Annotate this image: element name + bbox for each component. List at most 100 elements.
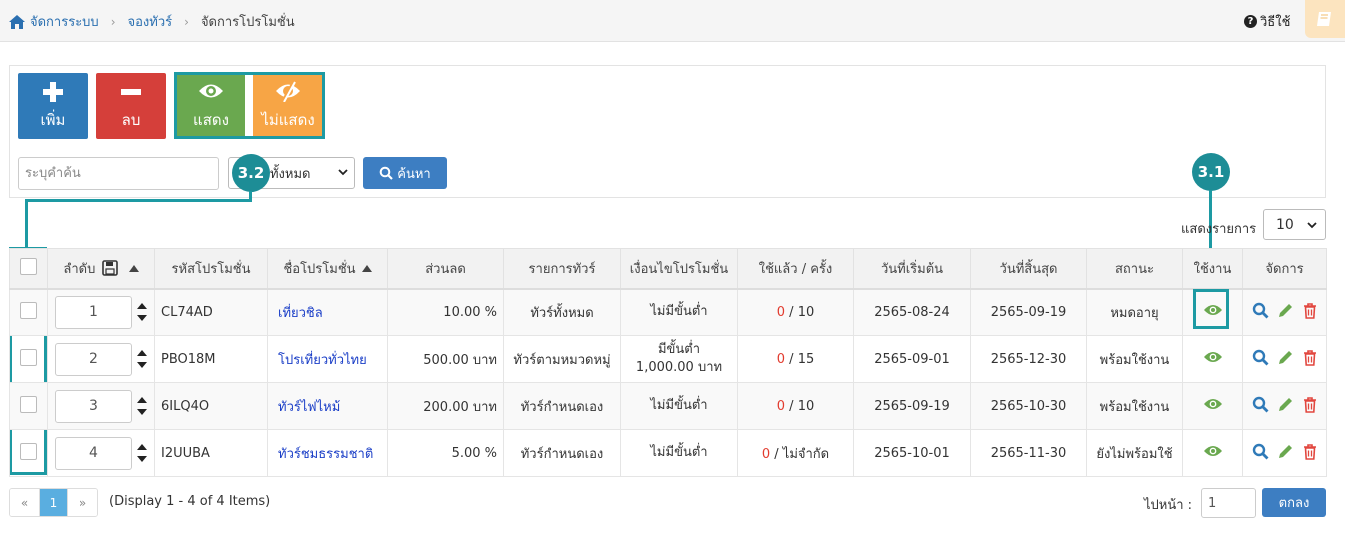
use-limit: / ไม่จำกัด: [770, 446, 830, 462]
promotion-name-link[interactable]: ทัวร์ชมธรรมชาติ: [278, 447, 373, 462]
use-limit: / 10: [785, 304, 815, 320]
page-button[interactable]: 1: [39, 489, 68, 516]
status-badge: พร้อมใช้งาน: [1086, 382, 1183, 430]
row-checkbox[interactable]: [20, 301, 37, 319]
chevron-right-icon: ›: [110, 14, 116, 29]
header-status: สถานะ: [1086, 248, 1183, 290]
select-all-checkbox[interactable]: [20, 257, 37, 275]
eye-icon[interactable]: [1203, 444, 1223, 458]
order-input[interactable]: 3: [55, 389, 132, 423]
goto-page-input[interactable]: 1: [1201, 488, 1256, 518]
pencil-icon[interactable]: [1277, 443, 1294, 460]
tours-cell: ทัวร์ทั้งหมด: [503, 288, 621, 336]
name-cell: ทัวร์ชมธรรมชาติ: [267, 429, 388, 477]
search-input[interactable]: [18, 157, 219, 190]
perpage-label: แสดงรายการ: [1181, 222, 1257, 237]
breadcrumb-section[interactable]: จองทัวร์: [128, 11, 173, 32]
eye-icon[interactable]: [1203, 397, 1223, 411]
arrow-up-icon[interactable]: [137, 350, 147, 356]
order-input[interactable]: 2: [55, 342, 132, 376]
pencil-icon[interactable]: [1277, 349, 1294, 366]
trash-icon[interactable]: [1302, 302, 1318, 319]
start-date-cell: 2565-10-01: [853, 429, 971, 477]
trash-icon[interactable]: [1302, 443, 1318, 460]
help-link[interactable]: ? วิธีใช้: [1244, 11, 1290, 32]
used-count: 0: [776, 304, 786, 320]
order-input[interactable]: 1: [55, 295, 132, 329]
chevron-down-icon: [1307, 222, 1317, 229]
active-cell: [1182, 429, 1243, 477]
manage-cell: [1242, 382, 1327, 430]
home-icon[interactable]: [8, 14, 26, 30]
order-stepper[interactable]: [137, 444, 147, 462]
arrow-up-icon[interactable]: [137, 397, 147, 403]
arrow-down-icon[interactable]: [137, 456, 147, 462]
arrow-up-icon[interactable]: [137, 303, 147, 310]
used-cell: 0 / ไม่จำกัด: [737, 429, 854, 477]
row-checkbox[interactable]: [20, 442, 37, 460]
search-icon[interactable]: [1252, 349, 1269, 366]
pencil-icon[interactable]: [1277, 302, 1294, 319]
delete-button[interactable]: ลบ: [96, 73, 166, 139]
arrow-down-icon[interactable]: [137, 362, 147, 368]
manual-button[interactable]: [1305, 0, 1345, 38]
start-date-cell: 2565-09-19: [853, 382, 971, 430]
header-order[interactable]: ลำดับ: [47, 248, 155, 290]
breadcrumb: จัดการระบบ › จองทัวร์ › จัดการโปรโมชั่น: [8, 11, 295, 32]
search-icon[interactable]: [1252, 396, 1269, 413]
arrow-up-icon[interactable]: [137, 444, 147, 450]
search-icon[interactable]: [1252, 443, 1269, 460]
name-cell: โปรเที่ยวทั่วไทย: [267, 335, 388, 383]
table-row: 4 I2UUBA ทัวร์ชมธรรมชาติ 5.00 % ทัวร์กำหนดเอ…: [9, 429, 1327, 477]
breadcrumb-home[interactable]: จัดการระบบ: [30, 11, 99, 32]
promotion-name-link[interactable]: เที่ยวชิล: [278, 306, 323, 321]
row-checkbox-cell[interactable]: [9, 335, 48, 383]
sort-asc-icon[interactable]: [128, 264, 139, 272]
pencil-icon[interactable]: [1277, 396, 1294, 413]
trash-icon[interactable]: [1302, 396, 1318, 413]
status-badge: พร้อมใช้งาน: [1086, 335, 1183, 383]
row-checkbox-cell[interactable]: [9, 429, 48, 477]
table-row: 3 6ILQ4O ทัวร์ไฟไหม้ 200.00 บาท ทัวร์กำหนดเอ…: [9, 382, 1327, 430]
order-input[interactable]: 4: [55, 436, 132, 470]
used-count: 0: [776, 351, 786, 367]
row-checkbox-cell[interactable]: [9, 288, 48, 336]
start-date-cell: 2565-08-24: [853, 288, 971, 336]
row-checkbox[interactable]: [20, 348, 37, 366]
header-name[interactable]: ชื่อโปรโมชั่น: [267, 248, 388, 290]
prev-page-button[interactable]: «: [10, 489, 39, 516]
header-select-all[interactable]: [9, 248, 48, 290]
pagination: « 1 »: [9, 488, 98, 517]
order-cell: 1: [47, 288, 155, 336]
promotion-name-link[interactable]: ทัวร์ไฟไหม้: [278, 400, 340, 415]
start-date-cell: 2565-09-01: [853, 335, 971, 383]
search-icon[interactable]: [1252, 302, 1269, 319]
order-stepper[interactable]: [137, 303, 147, 322]
arrow-down-icon[interactable]: [137, 409, 147, 415]
manage-cell: [1242, 335, 1327, 383]
arrow-down-icon[interactable]: [137, 315, 147, 322]
promotion-name-link[interactable]: โปรเที่ยวทั่วไทย: [278, 353, 367, 368]
delete-label: ลบ: [121, 111, 141, 129]
order-stepper[interactable]: [137, 397, 147, 415]
active-cell: [1182, 335, 1243, 383]
header-start: วันที่เริ่มต้น: [853, 248, 971, 290]
perpage-select[interactable]: 10: [1263, 209, 1326, 240]
order-cell: 3: [47, 382, 155, 430]
trash-icon[interactable]: [1302, 349, 1318, 366]
sort-asc-icon[interactable]: [361, 264, 372, 272]
goto-ok-button[interactable]: ตกลง: [1262, 488, 1326, 517]
eye-icon[interactable]: [1203, 350, 1223, 364]
question-icon: ?: [1244, 15, 1257, 28]
row-checkbox-cell[interactable]: [9, 382, 48, 430]
next-page-button[interactable]: »: [68, 489, 97, 516]
search-button[interactable]: ค้นหา: [363, 157, 447, 189]
display-info: (Display 1 - 4 of 4 Items): [109, 494, 271, 509]
row-checkbox[interactable]: [20, 395, 37, 413]
save-icon[interactable]: [102, 259, 119, 276]
condition-cell: ไม่มีขั้นต่ำ: [620, 288, 738, 336]
add-button[interactable]: เพิ่ม: [18, 73, 88, 139]
order-stepper[interactable]: [137, 350, 147, 368]
name-cell: เที่ยวชิล: [267, 288, 388, 336]
search-icon: [379, 166, 394, 180]
